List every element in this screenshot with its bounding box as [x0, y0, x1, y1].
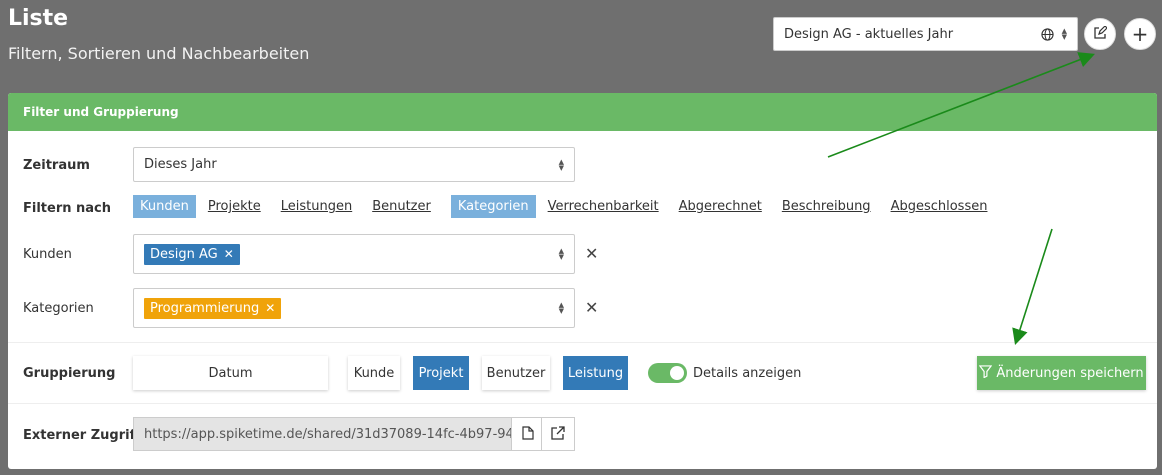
group-button-datum[interactable]: Datum — [133, 356, 328, 390]
details-label: Details anzeigen — [693, 366, 802, 381]
divider — [8, 342, 1157, 343]
zeitraum-select[interactable]: Dieses Jahr ▲ ▼ — [133, 147, 575, 182]
filter-label: Filtern nach — [23, 201, 112, 216]
edit-icon — [1093, 24, 1108, 44]
copy-url-button[interactable] — [511, 417, 545, 451]
page-title: Liste — [8, 6, 69, 31]
plus-icon: + — [1131, 22, 1149, 46]
share-url-input[interactable]: https://app.spiketime.de/shared/31d37089… — [133, 417, 513, 451]
filter-card: Filter und Gruppierung Zeitraum Dieses J… — [8, 93, 1157, 469]
kunden-label: Kunden — [23, 247, 72, 262]
page-subtitle: Filtern, Sortieren und Nachbearbeiten — [8, 44, 310, 63]
chevron-updown-icon: ▲ ▼ — [558, 301, 564, 315]
filter-option-benutzer[interactable]: Benutzer — [372, 195, 431, 218]
clear-kunden-icon[interactable]: ✕ — [585, 244, 598, 263]
kategorien-tag-label: Programmierung — [150, 300, 260, 316]
remove-tag-icon[interactable]: ✕ — [265, 301, 275, 315]
add-button[interactable]: + — [1124, 18, 1156, 50]
preset-select-value: Design AG - aktuelles Jahr — [784, 26, 954, 42]
group-button-projekt[interactable]: Projekt — [413, 356, 469, 390]
kategorien-label: Kategorien — [23, 301, 94, 316]
filter-option-abgeschlossen[interactable]: Abgeschlossen — [891, 195, 988, 218]
filter-option-projekte[interactable]: Projekte — [208, 195, 261, 218]
group-button-kunde[interactable]: Kunde — [348, 356, 400, 390]
kategorien-tag: Programmierung ✕ — [144, 297, 282, 319]
card-header: Filter und Gruppierung — [8, 93, 1157, 131]
save-changes-button[interactable]: Änderungen speichern — [977, 356, 1146, 390]
filter-option-kategorien[interactable]: Kategorien — [450, 195, 536, 218]
save-changes-label: Änderungen speichern — [996, 365, 1144, 381]
kunden-select[interactable]: Design AG ✕ ▲ ▼ — [133, 234, 575, 274]
chevron-updown-icon: ▲ ▼ — [1061, 27, 1067, 41]
kunden-tag: Design AG ✕ — [144, 243, 240, 265]
filter-options: Kunden Projekte Leistungen Benutzer Kate… — [133, 195, 1007, 218]
kategorien-select[interactable]: Programmierung ✕ ▲ ▼ — [133, 288, 575, 328]
chevron-updown-icon: ▲ ▼ — [558, 157, 564, 172]
remove-tag-icon[interactable]: ✕ — [224, 247, 234, 261]
document-icon — [522, 425, 534, 444]
globe-icon — [1040, 27, 1054, 41]
chevron-updown-icon: ▲ ▼ — [558, 247, 564, 261]
filter-option-beschreibung[interactable]: Beschreibung — [782, 195, 871, 218]
filter-option-kunden[interactable]: Kunden — [133, 195, 196, 218]
zeitraum-label: Zeitraum — [23, 158, 90, 173]
external-link-icon — [551, 425, 565, 444]
filter-option-leistungen[interactable]: Leistungen — [281, 195, 352, 218]
group-button-benutzer[interactable]: Benutzer — [482, 356, 550, 390]
clear-kategorien-icon[interactable]: ✕ — [585, 298, 598, 317]
group-button-leistung[interactable]: Leistung — [563, 356, 628, 390]
gruppierung-label: Gruppierung — [23, 366, 116, 381]
toggle-knob — [670, 366, 684, 380]
open-url-button[interactable] — [541, 417, 575, 451]
filter-option-verrechenbarkeit[interactable]: Verrechenbarkeit — [548, 195, 659, 218]
zeitraum-value: Dieses Jahr — [144, 157, 217, 172]
filter-option-abgerechnet[interactable]: Abgerechnet — [679, 195, 762, 218]
filter-icon — [979, 364, 993, 382]
divider — [8, 403, 1157, 404]
preset-select[interactable]: Design AG - aktuelles Jahr ▲ ▼ — [773, 17, 1078, 51]
extern-label: Externer Zugriff — [23, 428, 141, 443]
edit-button[interactable] — [1084, 18, 1116, 50]
kunden-tag-label: Design AG — [150, 246, 218, 262]
details-toggle[interactable] — [648, 363, 687, 383]
